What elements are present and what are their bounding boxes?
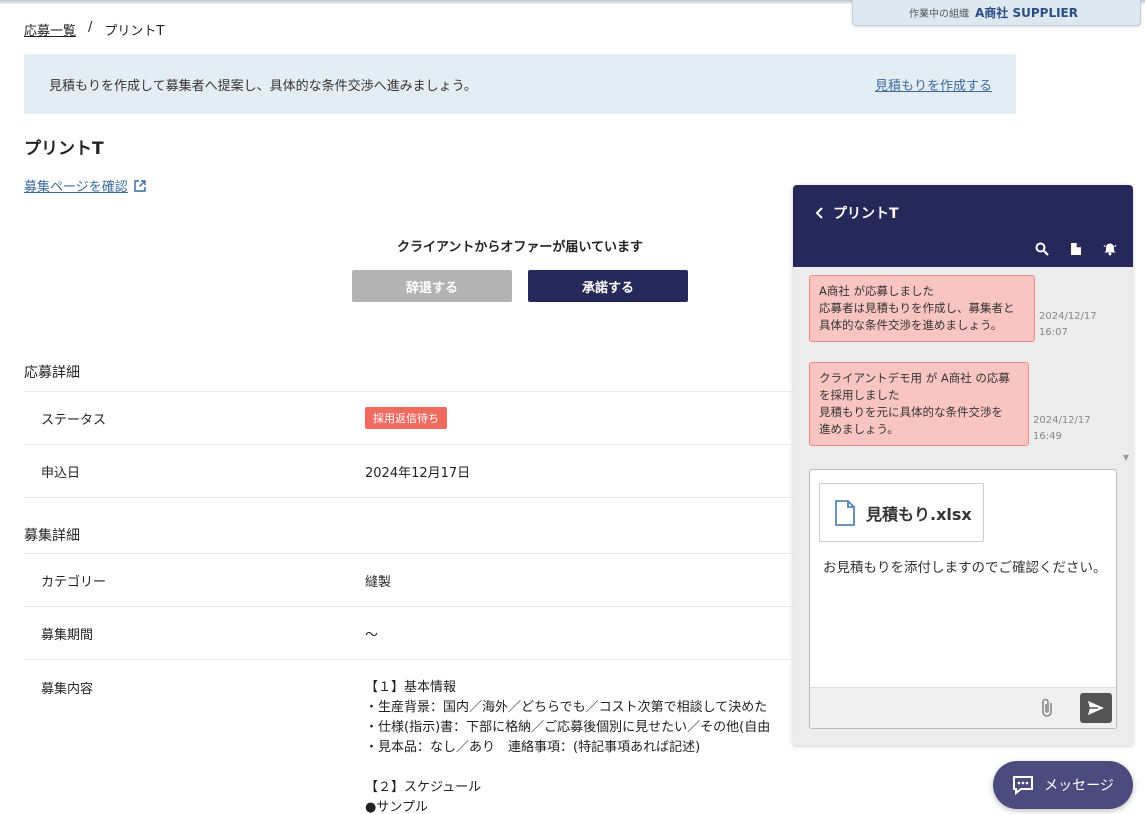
bell-icon[interactable] <box>1103 242 1117 256</box>
create-estimate-link[interactable]: 見積もりを作成する <box>875 75 992 94</box>
message-date: 2024/12/17 <box>1033 415 1091 426</box>
recruit-page-link-label: 募集ページを確認 <box>24 180 128 195</box>
content-line: ●サンプル <box>365 800 428 814</box>
message-timestamp: 2024/12/17 16:49 <box>1033 413 1091 445</box>
chat-back-button[interactable]: プリントT <box>815 203 899 223</box>
org-label: 作業中の組織 <box>909 9 969 20</box>
banner-text: 見積もりを作成して募集者へ提案し、具体的な条件交渉へ進みましょう。 <box>49 78 477 94</box>
message-button[interactable]: メッセージ <box>993 761 1133 809</box>
message-line: A商社 が応募しました <box>819 284 935 298</box>
message-line: を採用しました <box>819 388 900 402</box>
message-button-label: メッセージ <box>1044 778 1114 794</box>
chat-header-icons <box>1035 242 1117 256</box>
send-button[interactable] <box>1080 693 1112 723</box>
message-line: 応募者は見積もりを作成し、募集者と <box>819 301 1015 315</box>
attach-button[interactable] <box>1038 697 1058 723</box>
page-title: プリントT <box>24 139 104 159</box>
breadcrumb: 応募一覧 / プリントT <box>24 20 164 39</box>
chat-title: プリントT <box>833 206 899 222</box>
send-icon <box>1088 701 1104 715</box>
chat-messages: A商社 が応募しました 応募者は見積もりを作成し、募集者と 具体的な条件交渉を進… <box>793 267 1133 467</box>
date-label: 申込日 <box>41 465 81 481</box>
status-badge: 採用返信待ち <box>365 407 447 429</box>
document-icon[interactable] <box>1069 242 1083 256</box>
breadcrumb-current: プリントT <box>104 24 165 39</box>
search-icon[interactable] <box>1035 242 1049 256</box>
attachment-card[interactable]: 見積もり.xlsx <box>819 483 984 542</box>
chat-panel: プリントT A商社 が応募しました 応募者は見積もりを作成し、募集者と 具体的な… <box>793 185 1133 745</box>
chat-message: A商社 が応募しました 応募者は見積もりを作成し、募集者と 具体的な条件交渉を進… <box>809 275 1035 342</box>
message-line: 進めましょう。 <box>819 422 899 436</box>
message-input[interactable]: お見積もりを添付しますのでご確認ください。 <box>823 556 1108 581</box>
accept-button[interactable]: 承諾する <box>528 270 688 302</box>
period-label: 募集期間 <box>41 627 94 643</box>
breadcrumb-separator: / <box>88 20 93 35</box>
category-label: カテゴリー <box>41 574 107 590</box>
paperclip-icon <box>1042 698 1052 717</box>
content-label: 募集内容 <box>41 682 94 697</box>
message-timestamp: 2024/12/17 16:07 <box>1039 309 1097 341</box>
message-line: クライアントデモ用 が A商社 の応募 <box>819 371 1010 385</box>
info-banner: 見積もりを作成して募集者へ提案し、具体的な条件交渉へ進みましょう。 見積もりを作… <box>24 54 1016 114</box>
chevron-left-icon <box>815 207 823 219</box>
message-line: 見積もりを元に具体的な条件交渉を <box>819 405 1003 419</box>
recruitment-detail-title: 募集詳細 <box>24 528 80 544</box>
chat-bubble-icon <box>1013 776 1034 795</box>
content-line: 【２】スケジュール <box>365 780 482 795</box>
recruit-page-link[interactable]: 募集ページを確認 <box>24 176 146 195</box>
message-line: 具体的な条件交渉を進めましょう。 <box>819 318 1003 332</box>
message-date: 2024/12/17 <box>1039 311 1097 322</box>
message-time: 16:07 <box>1039 327 1068 338</box>
org-switcher[interactable]: 作業中の組織 A商社 SUPPLIER <box>852 0 1141 26</box>
message-time: 16:49 <box>1033 431 1062 442</box>
breadcrumb-applications-link[interactable]: 応募一覧 <box>24 20 76 39</box>
content-line <box>365 758 1016 778</box>
application-detail-title: 応募詳細 <box>24 365 80 381</box>
message-composer[interactable]: 見積もり.xlsx お見積もりを添付しますのでご確認ください。 <box>809 469 1117 729</box>
attachment-filename: 見積もり.xlsx <box>866 504 972 524</box>
org-name: A商社 SUPPLIER <box>975 6 1078 20</box>
file-icon <box>835 499 855 526</box>
external-link-icon <box>134 179 146 192</box>
decline-button[interactable]: 辞退する <box>352 270 512 302</box>
chat-header: プリントT <box>793 185 1133 267</box>
offer-message: クライアントからオファーが届いています <box>396 240 644 255</box>
scroll-down-arrow[interactable]: ▼ <box>1123 453 1129 462</box>
composer-toolbar <box>810 687 1116 728</box>
chat-message: クライアントデモ用 が A商社 の応募 を採用しました 見積もりを元に具体的な条… <box>809 362 1029 446</box>
status-label: ステータス <box>41 412 107 428</box>
